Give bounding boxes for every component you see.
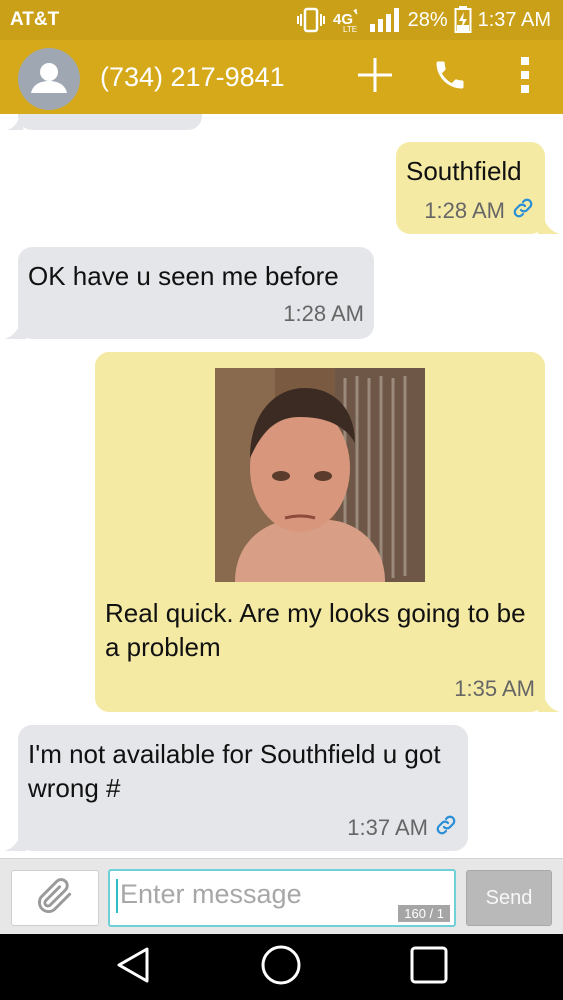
- message-input[interactable]: Enter message 160 / 1: [108, 869, 456, 927]
- signal-icon: [368, 7, 402, 33]
- bubble-tail: [4, 323, 26, 339]
- message-text: Southfield: [406, 156, 522, 186]
- home-button[interactable]: [251, 942, 311, 992]
- link-icon: [434, 813, 458, 843]
- conversation-header: (734) 217-9841: [0, 40, 563, 114]
- message-bubble-incoming[interactable]: OK have u seen me before 1:28 AM: [18, 247, 374, 339]
- carrier-label: AT&T: [10, 9, 60, 30]
- bubble-tail: [4, 835, 26, 851]
- message-text: Real quick. Are my looks going to be a p…: [105, 598, 526, 662]
- more-icon: [518, 55, 532, 100]
- add-recipient-button[interactable]: [348, 50, 402, 104]
- character-counter: 160 / 1: [398, 905, 450, 922]
- recents-icon: [409, 945, 449, 990]
- message-input-placeholder: Enter message: [120, 879, 302, 909]
- text-cursor: [116, 879, 118, 913]
- bubble-tail: [538, 218, 560, 234]
- vibrate-icon: [296, 7, 326, 33]
- back-icon: [113, 945, 153, 990]
- message-bubble-incoming[interactable]: I'm not available for Southfield u got w…: [18, 725, 468, 851]
- phone-icon: [432, 57, 468, 98]
- attach-button[interactable]: [11, 870, 99, 926]
- battery-charging-icon: [454, 6, 472, 34]
- compose-bar: Enter message 160 / 1 Send: [0, 858, 563, 935]
- battery-percent: 28%: [407, 8, 448, 31]
- paperclip-icon: [33, 874, 77, 923]
- message-list[interactable]: Southfield 1:28 AM OK have u seen me bef…: [0, 114, 563, 858]
- message-text: OK have u seen me before: [28, 261, 339, 291]
- navigation-bar: [0, 934, 563, 1000]
- status-bar: AT&T 4G LTE 28% 1:37 AM: [0, 0, 563, 40]
- message-timestamp: 1:28 AM: [283, 301, 364, 326]
- message-bubble-outgoing[interactable]: Southfield 1:28 AM: [396, 142, 545, 234]
- bubble-tail: [6, 118, 24, 130]
- status-icons: 4G LTE 28% 1:37 AM: [296, 6, 551, 34]
- call-button[interactable]: [423, 50, 477, 104]
- contact-number[interactable]: (734) 217-9841: [100, 62, 285, 93]
- status-time: 1:37 AM: [477, 8, 551, 31]
- back-button[interactable]: [103, 942, 163, 992]
- message-timestamp: 1:37 AM: [347, 815, 428, 840]
- send-button[interactable]: Send: [466, 870, 552, 926]
- network-icon: 4G LTE: [332, 7, 362, 33]
- svg-text:LTE: LTE: [343, 25, 357, 33]
- bubble-tail: [538, 696, 560, 712]
- add-icon: [356, 56, 394, 99]
- message-time: 1:28 AM: [424, 196, 535, 226]
- message-time: 1:37 AM: [347, 813, 458, 843]
- avatar-icon[interactable]: [18, 48, 80, 110]
- message-text: I'm not available for Southfield u got w…: [28, 739, 441, 803]
- link-icon: [511, 196, 535, 226]
- message-bubble-outgoing-photo[interactable]: Real quick. Are my looks going to be a p…: [95, 352, 545, 712]
- recents-button[interactable]: [399, 942, 459, 992]
- message-bubble-partial: [18, 114, 202, 130]
- message-timestamp: 1:28 AM: [424, 198, 505, 223]
- more-options-button[interactable]: [498, 50, 552, 104]
- attached-photo[interactable]: [215, 368, 425, 582]
- home-icon: [260, 944, 302, 991]
- message-timestamp: 1:35 AM: [454, 676, 535, 701]
